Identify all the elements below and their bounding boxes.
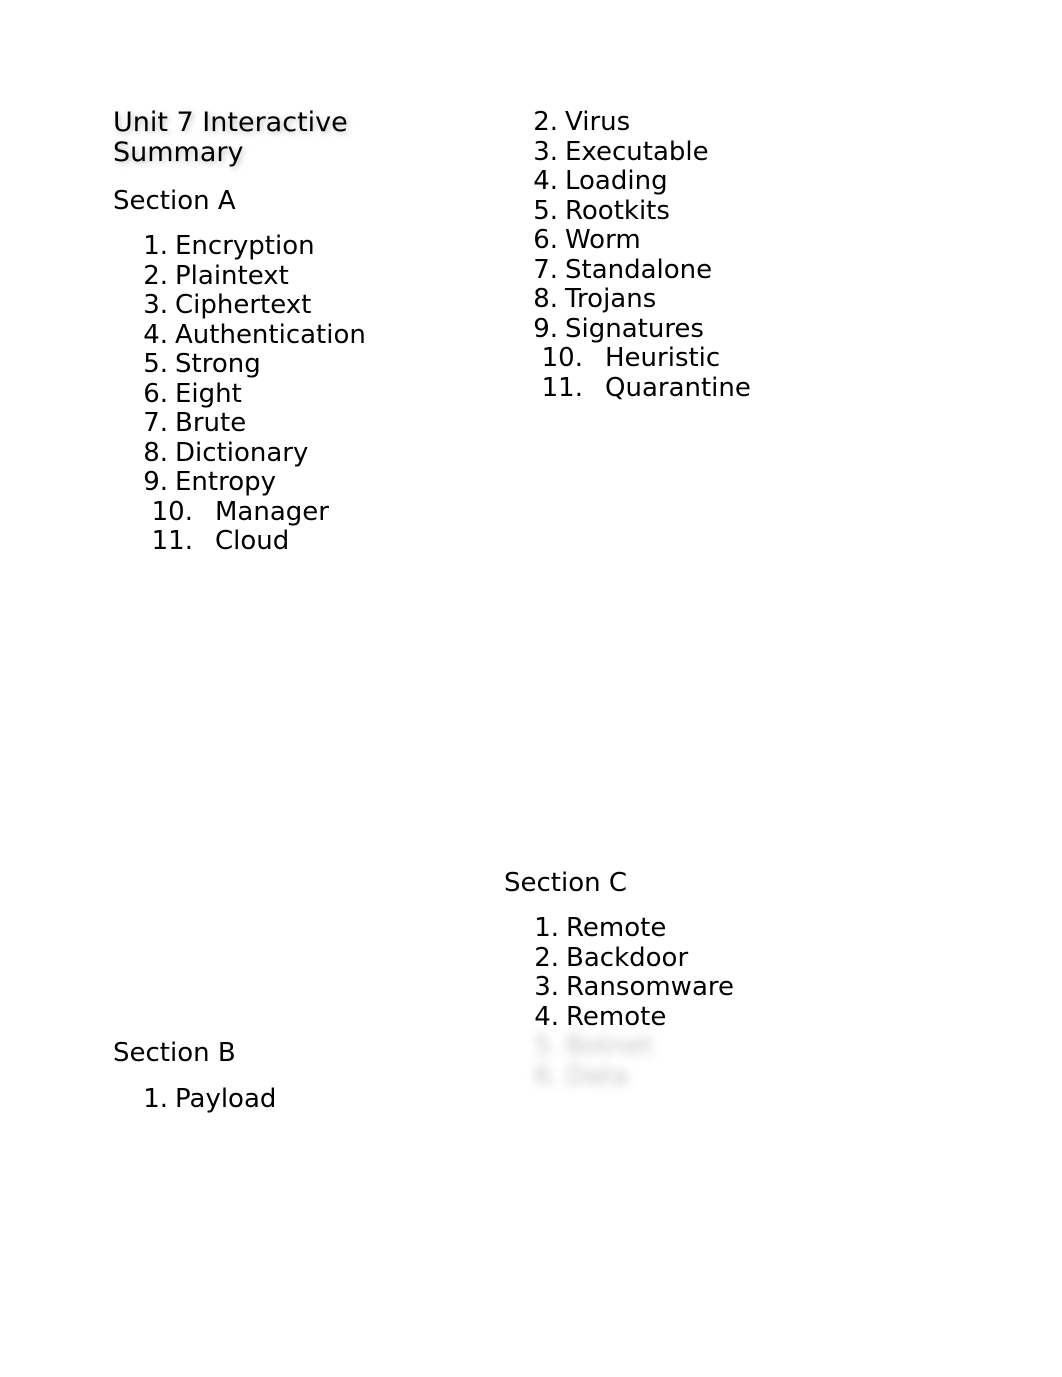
list-item-text: Eight [175,379,242,409]
list-item-text: Heuristic [605,343,720,373]
list-item: 6.Worm [533,226,923,256]
list-item: 1.Payload [143,1085,503,1115]
list-number: 2. [138,262,168,292]
list-item-text: Entropy [175,467,276,497]
list-item: 11.Cloud [143,527,503,557]
list-number: 3. [138,291,168,321]
list-item-text: Remote [566,1002,666,1032]
section-b-heading: Section B [113,1038,503,1068]
list-item-text: Quarantine [605,373,751,403]
list-item: 5.Strong [143,350,503,380]
title-line1: Unit 7 Interactive [113,107,348,138]
list-item-text: Data [566,1061,628,1091]
list-item-text: Plaintext [175,261,289,291]
list-item-text: Strong [175,349,261,379]
list-item: 3.Ciphertext [143,291,503,321]
list-item: 2.Plaintext [143,262,503,292]
list-number: 1. [138,1085,168,1115]
list-number: 6. [529,1062,559,1092]
list-item: 7.Brute [143,409,503,439]
list-item: 9.Signatures [533,315,923,345]
list-number: 3. [529,973,559,1003]
list-item-blurred: 6.Data [534,1062,924,1092]
list-number: 10. [138,498,193,528]
list-number: 3. [528,138,558,168]
list-item-text: Dictionary [175,438,308,468]
list-item: 10.Heuristic [533,344,923,374]
list-item-text: Signatures [565,314,704,344]
list-item: 4.Remote [534,1003,924,1033]
list-item-text: Encryption [175,231,315,261]
list-item: 1.Remote [534,914,924,944]
list-item: 10.Manager [143,498,503,528]
list-number: 5. [138,350,168,380]
list-item-text: Remote [566,913,666,943]
list-item: 1.Encryption [143,232,503,262]
list-item-text: Worm [565,225,641,255]
list-item: 4.Authentication [143,321,503,351]
list-item: 3.Ransomware [534,973,924,1003]
section-c-heading: Section C [504,868,924,898]
list-item-text: Virus [565,107,630,137]
list-item-text: Payload [175,1084,276,1114]
list-number: 2. [529,944,559,974]
list-item-text: Trojans [565,284,656,314]
list-number: 8. [138,439,168,469]
list-item: 11.Quarantine [533,374,923,404]
list-item-text: Cloud [215,526,289,556]
list-item-text: Executable [565,137,709,167]
list-item-text: Backdoor [566,943,688,973]
right-continuation-list: 2.Virus3.Executable4.Loading5.Rootkits6.… [503,108,923,403]
list-number: 9. [138,468,168,498]
list-item-text: Ciphertext [175,290,311,320]
list-item: 9.Entropy [143,468,503,498]
list-number: 5. [529,1032,559,1062]
list-number: 1. [529,914,559,944]
list-number: 5. [528,197,558,227]
list-number: 4. [529,1003,559,1033]
list-number: 2. [528,108,558,138]
list-number: 4. [528,167,558,197]
document-title: Unit 7 Interactive Summary [113,108,503,168]
list-item: 2.Virus [533,108,923,138]
list-number: 9. [528,315,558,345]
list-number: 11. [138,527,193,557]
list-item: 5.Rootkits [533,197,923,227]
list-number: 1. [138,232,168,262]
list-item: 4.Loading [533,167,923,197]
list-item-blurred: 5.Botnet [534,1032,924,1062]
list-number: 6. [528,226,558,256]
list-item-text: Rootkits [565,196,670,226]
list-item-text: Brute [175,408,246,438]
title-line2: Summary [113,137,243,168]
list-item: 7.Standalone [533,256,923,286]
list-item-text: Standalone [565,255,712,285]
list-number: 11. [528,374,583,404]
list-number: 7. [528,256,558,286]
section-a-list: 1.Encryption2.Plaintext3.Ciphertext4.Aut… [113,232,503,557]
list-item: 2.Backdoor [534,944,924,974]
list-item: 8.Dictionary [143,439,503,469]
list-number: 10. [528,344,583,374]
section-c-list: 1.Remote2.Backdoor3.Ransomware4.Remote5.… [504,914,924,1091]
list-item-text: Manager [215,497,329,527]
list-item: 6.Eight [143,380,503,410]
section-a-heading: Section A [113,186,503,216]
list-number: 8. [528,285,558,315]
list-item-text: Authentication [175,320,366,350]
list-item-text: Ransomware [566,972,734,1002]
list-number: 6. [138,380,168,410]
content-fade-overlay [0,1117,1062,1377]
list-number: 4. [138,321,168,351]
list-item-text: Botnet [566,1031,653,1061]
list-item-text: Loading [565,166,668,196]
list-item: 8.Trojans [533,285,923,315]
section-b-list: 1.Payload [113,1085,503,1115]
list-number: 7. [138,409,168,439]
list-item: 3.Executable [533,138,923,168]
